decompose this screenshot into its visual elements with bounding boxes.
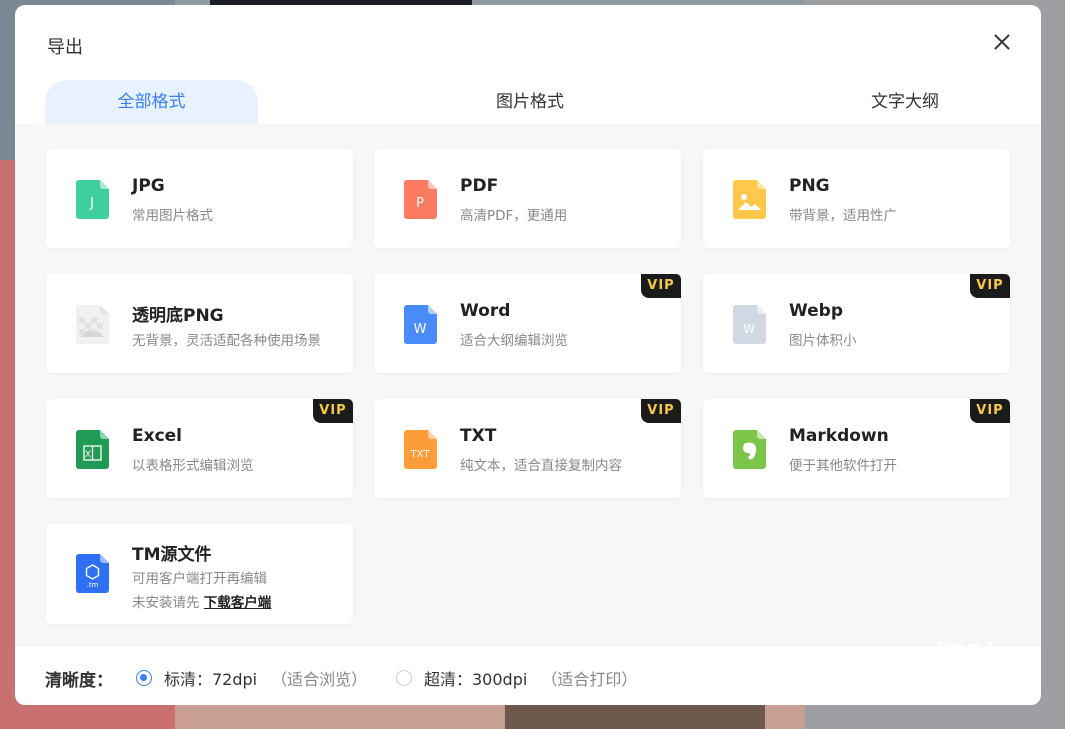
format-card-tm[interactable]: .tm TM源文件 可用客户端打开再编辑 未安装请先 下载客户端 [46, 524, 353, 624]
close-icon[interactable] [991, 31, 1013, 53]
vip-badge: VIP [970, 274, 1010, 298]
format-card-word[interactable]: W Word 适合大纲编辑浏览 VIP [374, 274, 681, 373]
vip-badge: VIP [970, 399, 1010, 423]
format-desc: 高清PDF，更通用 [460, 208, 568, 224]
format-desc: 适合大纲编辑浏览 [460, 333, 568, 349]
resolution-label: 清晰度： [45, 671, 113, 691]
format-name: PNG [789, 176, 830, 196]
webp-file-icon: W [733, 305, 766, 344]
format-desc: 便于其他软件打开 [789, 458, 897, 474]
pdf-file-icon: P [404, 180, 437, 219]
watermark-url: jingyan.baidu.com [821, 680, 978, 700]
svg-text:TXT: TXT [410, 449, 431, 460]
format-desc: 可用客户端打开再编辑 [132, 571, 267, 587]
watermark-logo: Baidu经验 [815, 641, 1003, 682]
format-name: Word [460, 301, 511, 321]
transparent-png-file-icon [76, 305, 109, 344]
format-desc: 纯文本，适合直接复制内容 [460, 458, 622, 474]
vip-badge: VIP [313, 399, 353, 423]
format-card-excel[interactable]: X Excel 以表格形式编辑浏览 VIP [46, 399, 353, 498]
resolution-option-high[interactable]: 超清：300dpi （适合打印） [396, 666, 637, 690]
format-card-txt[interactable]: TXT TXT 纯文本，适合直接复制内容 VIP [374, 399, 681, 498]
resolution-option-hint: （适合浏览） [271, 670, 368, 689]
dialog-title: 导出 [47, 37, 83, 58]
format-card-markdown[interactable]: Markdown 便于其他软件打开 VIP [703, 399, 1010, 498]
format-name: TXT [460, 426, 497, 446]
format-card-transparent-png[interactable]: 透明底PNG 无背景，灵活适配各种使用场景 [46, 274, 353, 373]
svg-text:.tm: .tm [87, 581, 99, 589]
format-name: Excel [132, 426, 183, 446]
format-name: PDF [460, 176, 499, 196]
svg-text:W: W [414, 322, 427, 337]
format-name: Markdown [789, 426, 889, 446]
format-name: Webp [789, 301, 844, 321]
txt-file-icon: TXT [404, 430, 437, 469]
baidu-jingyan-watermark: Baidu经验 jingyan.baidu.com [815, 618, 1035, 708]
format-tabs: 全部格式 图片格式 文字大纲 [15, 80, 1041, 125]
resolution-option-hint: （适合打印） [541, 670, 638, 689]
format-name: TM源文件 [132, 545, 212, 565]
resolution-option-label: 标清：72dpi [164, 670, 258, 689]
radio-unchecked-icon[interactable] [396, 670, 412, 686]
download-client-link[interactable]: 下载客户端 [204, 595, 272, 611]
tm-file-icon: .tm [76, 554, 109, 593]
vip-badge: VIP [641, 399, 681, 423]
format-card-jpg[interactable]: J JPG 常用图片格式 [46, 149, 353, 248]
excel-file-icon: X [76, 430, 109, 469]
format-card-png[interactable]: PNG 带背景，适用性广 [703, 149, 1010, 248]
format-name: JPG [132, 176, 165, 196]
format-desc: 无背景，灵活适配各种使用场景 [132, 333, 321, 349]
format-desc: 以表格形式编辑浏览 [132, 458, 254, 474]
resolution-option-standard[interactable]: 标清：72dpi （适合浏览） [136, 666, 367, 690]
format-desc: 带背景，适用性广 [789, 208, 897, 224]
format-grid: J JPG 常用图片格式 P PDF 高清PDF，更通用 PNG 带背景，适用性… [15, 124, 1041, 645]
vip-badge: VIP [641, 274, 681, 298]
tab-text-outline[interactable]: 文字大纲 [800, 80, 1010, 124]
tab-image-formats[interactable]: 图片格式 [425, 80, 635, 124]
svg-text:J: J [89, 196, 94, 211]
svg-text:X: X [85, 450, 91, 460]
export-dialog: 导出 全部格式 图片格式 文字大纲 J JPG 常用图片格式 P PDF 高清P… [15, 5, 1041, 705]
format-desc: 常用图片格式 [132, 208, 213, 224]
install-hint-text: 未安装请先 [132, 595, 200, 611]
svg-text:W: W [743, 322, 755, 336]
jpg-file-icon: J [76, 180, 109, 219]
format-card-pdf[interactable]: P PDF 高清PDF，更通用 [374, 149, 681, 248]
radio-checked-icon[interactable] [136, 670, 152, 686]
markdown-file-icon [733, 430, 766, 469]
svg-text:P: P [416, 196, 424, 211]
word-file-icon: W [404, 305, 437, 344]
png-file-icon [733, 180, 766, 219]
format-name: 透明底PNG [132, 306, 224, 326]
install-hint: 未安装请先 下载客户端 [132, 591, 271, 611]
resolution-option-label: 超清：300dpi [424, 670, 528, 689]
format-card-webp[interactable]: W Webp 图片体积小 VIP [703, 274, 1010, 373]
format-desc: 图片体积小 [789, 333, 857, 349]
tab-all-formats[interactable]: 全部格式 [45, 80, 258, 124]
